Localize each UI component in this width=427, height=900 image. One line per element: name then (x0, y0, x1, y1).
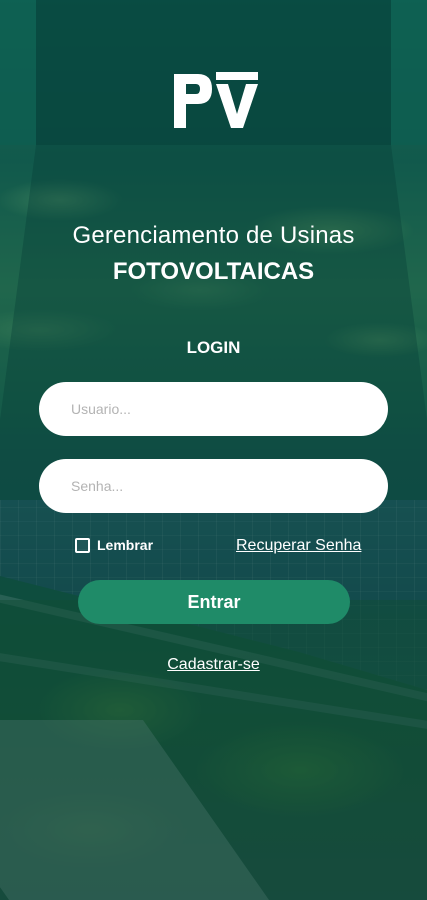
login-heading: LOGIN (186, 338, 241, 357)
username-input[interactable] (39, 382, 388, 436)
light-beam-overlay (0, 0, 427, 900)
background-photo (0, 0, 427, 900)
login-button[interactable]: Entrar (78, 580, 350, 624)
app-title-line1: Gerenciamento de Usinas (72, 222, 355, 249)
signup-link[interactable]: Cadastrar-se (0, 656, 427, 674)
recover-password-link[interactable]: Recuperar Senha (236, 537, 361, 555)
remember-label: Lembrar (97, 537, 154, 553)
app-title-line2: FOTOVOLTAICAS (112, 258, 315, 285)
checkbox-icon[interactable] (75, 537, 90, 553)
pv-logo (172, 70, 260, 130)
beam-edge-right (391, 0, 427, 145)
password-input[interactable] (39, 459, 388, 513)
remember-checkbox[interactable]: Lembrar (75, 537, 153, 553)
beam-edge-left (0, 0, 36, 145)
